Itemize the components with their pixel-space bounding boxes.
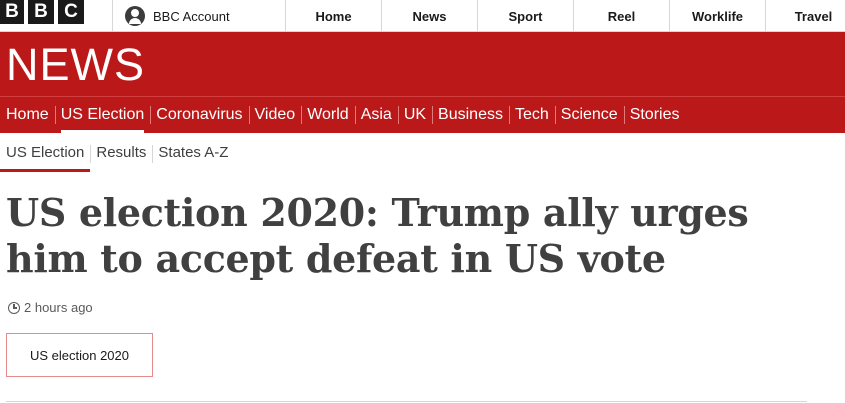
news-banner: NEWS	[0, 32, 845, 96]
top-nav-reel[interactable]: Reel	[573, 0, 669, 32]
section-nav-us-election[interactable]: US Election	[54, 97, 151, 133]
section-nav-asia[interactable]: Asia	[354, 97, 398, 133]
section-nav-tech[interactable]: Tech	[508, 97, 555, 133]
section-nav-business[interactable]: Business	[432, 97, 509, 133]
news-wordmark[interactable]: NEWS	[6, 39, 145, 91]
sub-nav-results[interactable]: Results	[90, 134, 152, 172]
bbc-logo-letter: B	[0, 0, 24, 24]
article-timestamp: 2 hours ago	[8, 300, 93, 315]
article-headline: US election 2020: Trump ally urges him t…	[6, 190, 749, 281]
section-nav-video[interactable]: Video	[248, 97, 302, 133]
account-label: BBC Account	[153, 8, 230, 24]
section-nav-stories[interactable]: Stories	[623, 97, 686, 133]
divider	[6, 401, 807, 402]
topic-tag-button[interactable]: US election 2020	[6, 333, 153, 377]
sub-nav-us-election[interactable]: US Election	[0, 134, 91, 172]
bbc-logo-letter: B	[28, 0, 54, 24]
top-nav-sport[interactable]: Sport	[477, 0, 573, 32]
section-nav-science[interactable]: Science	[554, 97, 624, 133]
section-nav-world[interactable]: World	[301, 97, 355, 133]
top-nav-travel[interactable]: Travel	[765, 0, 845, 32]
clock-icon	[8, 301, 20, 314]
top-nav: Home News Sport Reel Worklife Travel	[285, 0, 845, 32]
bbc-logo[interactable]: B B C	[0, 0, 84, 24]
section-nav-uk[interactable]: UK	[397, 97, 432, 133]
bbc-logo-letter: C	[58, 0, 84, 24]
timestamp-text: 2 hours ago	[24, 300, 93, 315]
top-bar: B B C BBC Account Home News Sport Reel W…	[0, 0, 845, 32]
sub-nav-states-a-z[interactable]: States A-Z	[152, 134, 234, 172]
top-nav-news[interactable]: News	[381, 0, 477, 32]
section-nav-coronavirus[interactable]: Coronavirus	[150, 97, 248, 133]
sub-nav: US Election Results States A-Z	[0, 134, 845, 172]
section-nav: Home US Election Coronavirus Video World…	[0, 96, 845, 133]
top-nav-home[interactable]: Home	[285, 0, 381, 32]
user-icon	[125, 6, 145, 26]
account-link[interactable]: BBC Account	[112, 0, 230, 32]
section-nav-home[interactable]: Home	[0, 97, 55, 133]
top-nav-worklife[interactable]: Worklife	[669, 0, 765, 32]
